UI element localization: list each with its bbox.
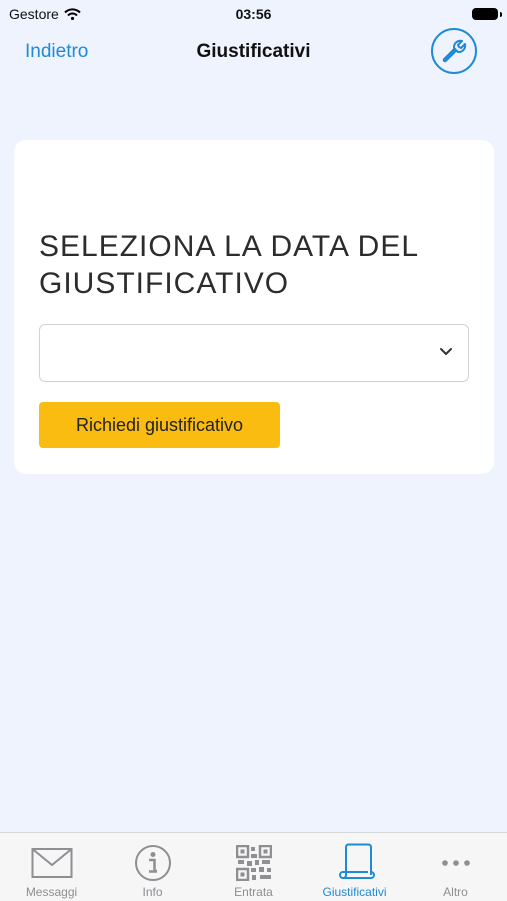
info-icon xyxy=(134,845,171,881)
tab-info[interactable]: Info xyxy=(102,833,203,901)
tab-label: Messaggi xyxy=(25,885,78,899)
tab-messaggi[interactable]: Messaggi xyxy=(1,833,102,901)
tab-entrata[interactable]: Entrata xyxy=(203,833,304,901)
date-select[interactable] xyxy=(39,324,469,382)
back-button[interactable]: Indietro xyxy=(25,41,88,63)
tab-bar: Messaggi Info Entrata Giustificativi Alt… xyxy=(0,832,507,901)
tab-altro[interactable]: Altro xyxy=(405,833,506,901)
request-justification-button[interactable]: Richiedi giustificativo xyxy=(39,402,280,448)
envelope-icon xyxy=(31,848,72,878)
more-icon xyxy=(441,860,470,866)
settings-button[interactable] xyxy=(431,28,477,74)
scroll-icon xyxy=(338,843,375,880)
tab-label: Info xyxy=(142,885,163,899)
status-bar: Gestore 03:56 xyxy=(0,0,507,28)
card-title: SELEZIONA LA DATA DEL GIUSTIFICATIVO xyxy=(39,230,418,300)
tab-giustificativi[interactable]: Giustificativi xyxy=(304,833,405,901)
chevron-down-icon xyxy=(440,348,452,355)
tab-label: Entrata xyxy=(234,885,273,899)
tab-label: Giustificativi xyxy=(322,885,387,899)
wrench-icon xyxy=(442,39,467,63)
justification-card: SELEZIONA LA DATA DEL GIUSTIFICATIVO Ric… xyxy=(14,140,494,474)
navigation-bar: Indietro Giustificativi xyxy=(0,28,507,78)
battery-icon xyxy=(472,8,502,20)
qr-code-icon xyxy=(235,845,272,881)
clock: 03:56 xyxy=(235,6,272,22)
tab-label: Altro xyxy=(443,885,468,899)
